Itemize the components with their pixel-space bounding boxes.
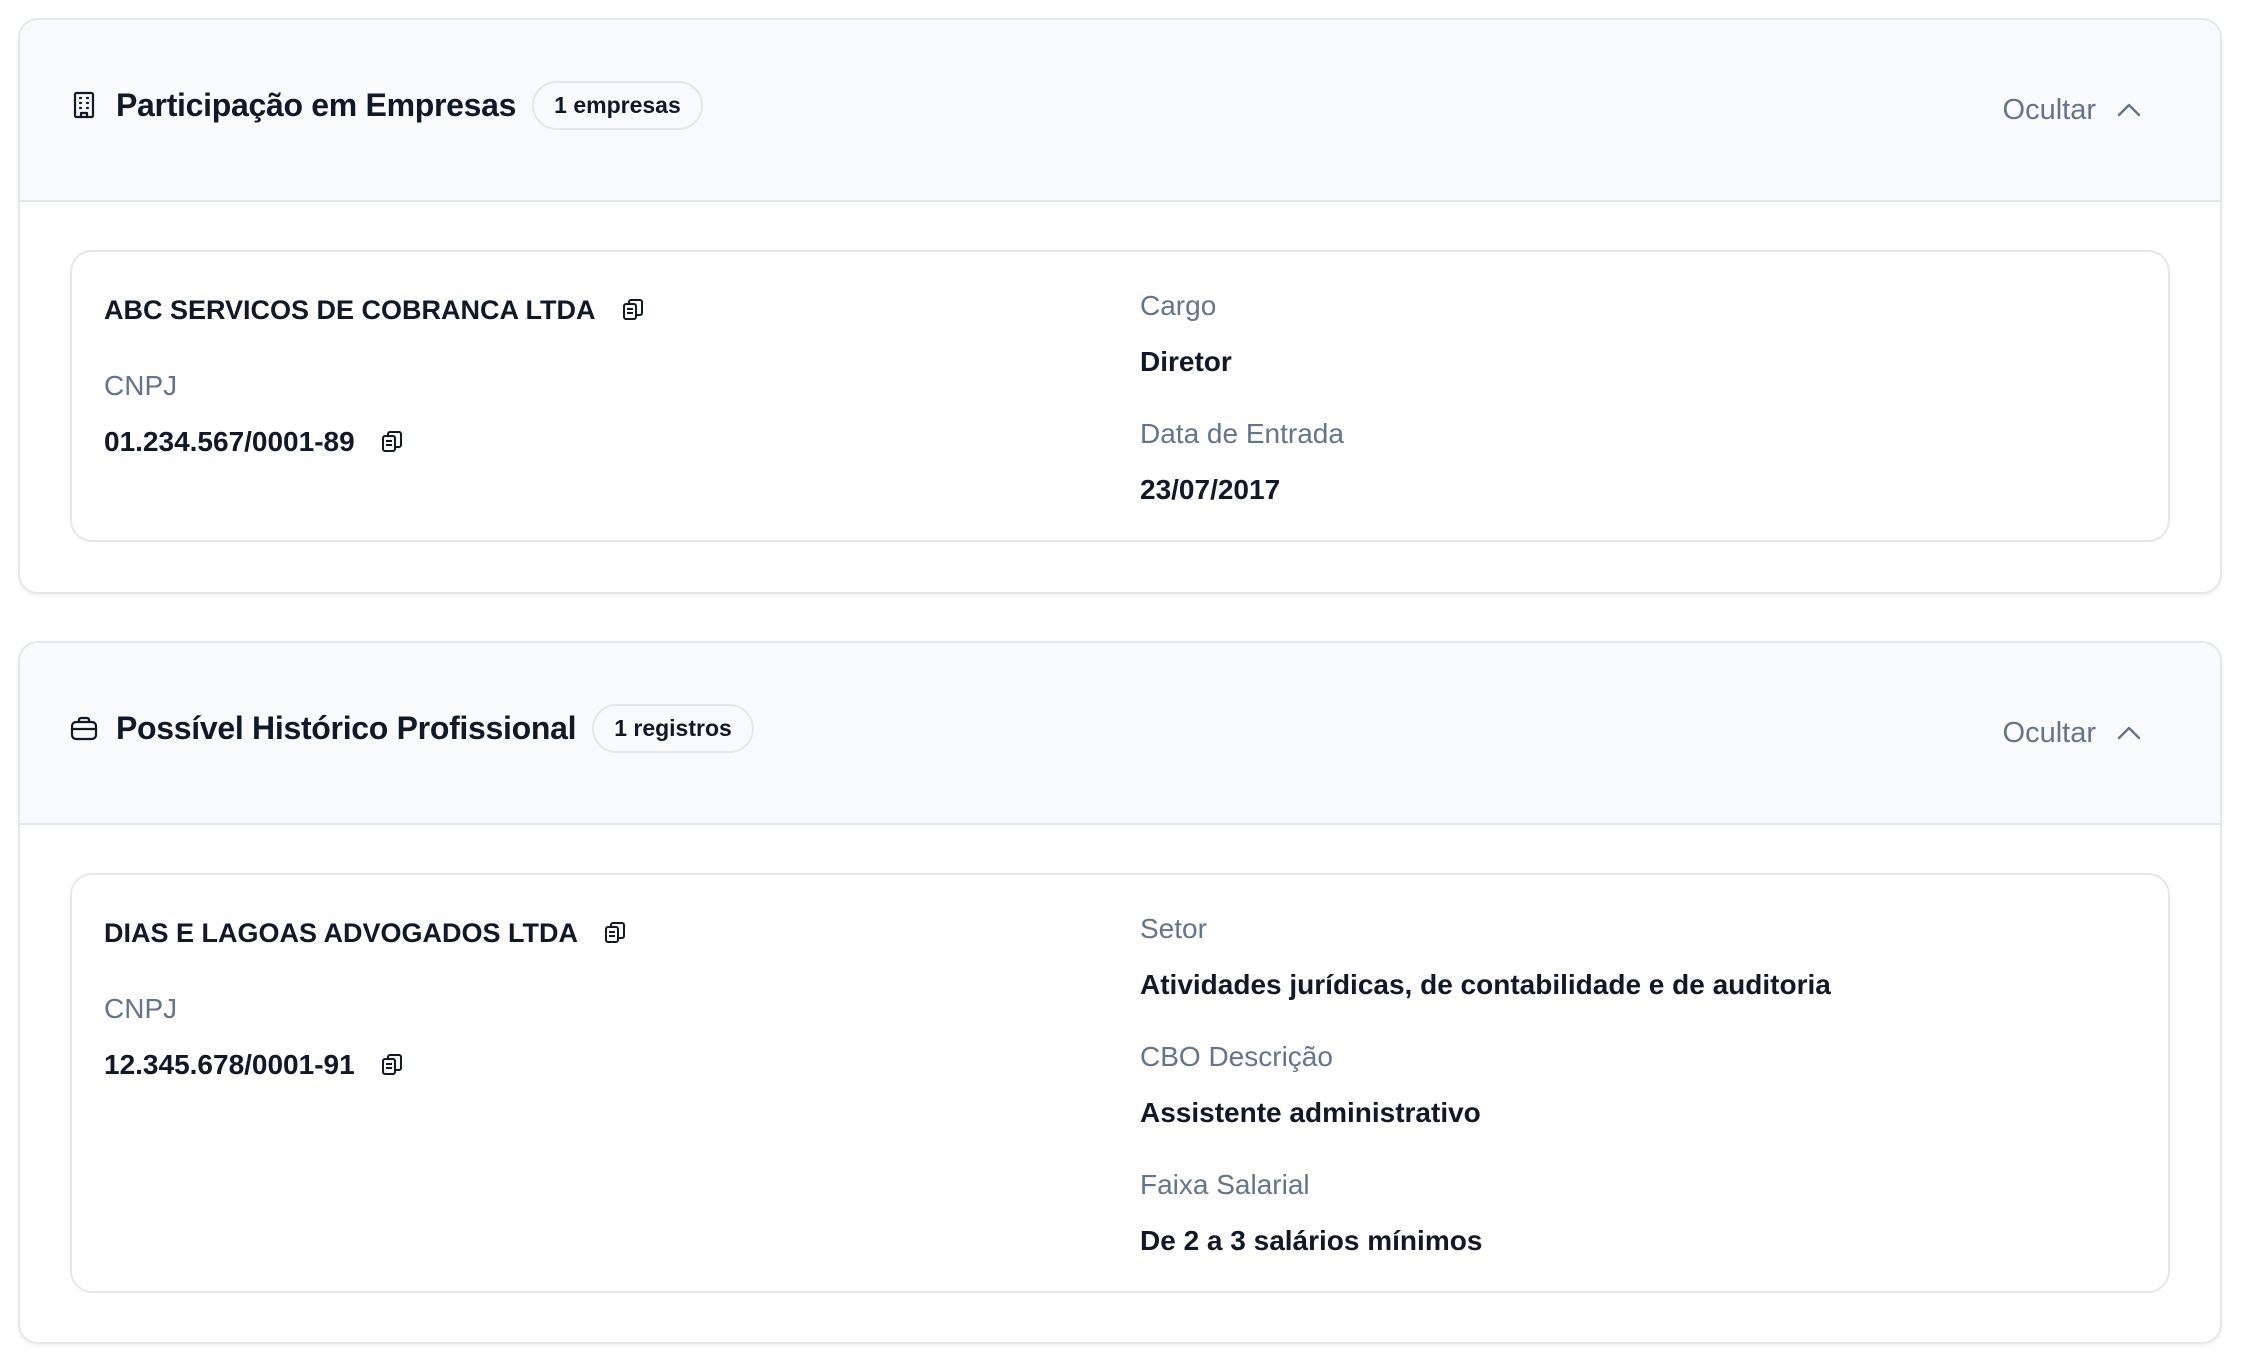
hide-section-button[interactable]: Ocultar [2003, 717, 2142, 750]
copy-icon[interactable] [622, 298, 644, 322]
setor-value: Atividades jurídicas, de contabilidade e… [1140, 969, 1831, 1000]
data-entrada-value: 23/07/2017 [1140, 474, 1281, 505]
company-name: ABC SERVICOS DE COBRANCA LTDA [104, 294, 596, 325]
company-name: DIAS E LAGOAS ADVOGADOS LTDA [104, 917, 579, 948]
building-icon [70, 91, 98, 119]
section-heading: Participação em Empresas 1 empresas [70, 80, 703, 130]
employment-card: DIAS E LAGOAS ADVOGADOS LTDA CNPJ 12.345… [70, 873, 2170, 1293]
section-header: Possível Histórico Profissional 1 regist… [20, 643, 2220, 825]
section-historico-profissional: Possível Histórico Profissional 1 regist… [18, 641, 2222, 1344]
cnpj-value-row: 12.345.678/0001-91 [104, 1045, 626, 1085]
briefcase-icon [70, 714, 98, 742]
page: Participação em Empresas 1 empresas Ocul… [0, 0, 2244, 1366]
cnpj-value: 01.234.567/0001-89 [104, 426, 355, 457]
copy-icon[interactable] [604, 921, 626, 945]
setor-label: Setor [1140, 913, 1207, 944]
data-entrada-label: Data de Entrada [1140, 418, 1344, 449]
toggle-label: Ocultar [2002, 93, 2096, 126]
cnpj-label: CNPJ [104, 370, 178, 401]
chevron-up-icon [2116, 725, 2142, 741]
cargo-label: Cargo [1140, 290, 1217, 321]
toggle-label: Ocultar [2002, 716, 2096, 749]
chevron-up-icon [2116, 102, 2142, 118]
cargo-value: Diretor [1140, 346, 1232, 377]
count-badge: 1 registros [592, 703, 754, 753]
card-left-column: DIAS E LAGOAS ADVOGADOS LTDA CNPJ 12.345… [104, 913, 626, 1085]
company-card: ABC SERVICOS DE COBRANCA LTDA CNPJ 01.23… [70, 250, 2170, 542]
company-name-row: DIAS E LAGOAS ADVOGADOS LTDA [104, 913, 626, 953]
copy-icon[interactable] [381, 1053, 403, 1077]
section-heading: Possível Histórico Profissional 1 regist… [70, 703, 754, 753]
copy-icon[interactable] [381, 430, 403, 454]
section-header: Participação em Empresas 1 empresas Ocul… [20, 20, 2220, 202]
cnpj-label: CNPJ [104, 993, 178, 1024]
section-body: ABC SERVICOS DE COBRANCA LTDA CNPJ 01.23… [20, 202, 2220, 542]
section-participacao-empresas: Participação em Empresas 1 empresas Ocul… [18, 18, 2222, 594]
hide-section-button[interactable]: Ocultar [2003, 94, 2142, 127]
cbo-descricao-label: CBO Descrição [1140, 1041, 1333, 1072]
faixa-salarial-label: Faixa Salarial [1140, 1169, 1310, 1200]
faixa-salarial-value: De 2 a 3 salários mínimos [1140, 1225, 1483, 1256]
cnpj-value-row: 01.234.567/0001-89 [104, 422, 644, 462]
section-title: Participação em Empresas [116, 86, 517, 123]
company-name-row: ABC SERVICOS DE COBRANCA LTDA [104, 290, 644, 330]
count-badge: 1 empresas [532, 80, 703, 130]
section-body: DIAS E LAGOAS ADVOGADOS LTDA CNPJ 12.345… [20, 825, 2220, 1293]
cbo-descricao-value: Assistente administrativo [1140, 1097, 1481, 1128]
card-right-column: Setor Atividades jurídicas, de contabili… [1140, 909, 1831, 1261]
section-title: Possível Histórico Profissional [116, 709, 577, 746]
card-left-column: ABC SERVICOS DE COBRANCA LTDA CNPJ 01.23… [104, 290, 644, 462]
card-right-column: Cargo Diretor Data de Entrada 23/07/2017 [1140, 286, 1344, 510]
cnpj-value: 12.345.678/0001-91 [104, 1049, 355, 1080]
